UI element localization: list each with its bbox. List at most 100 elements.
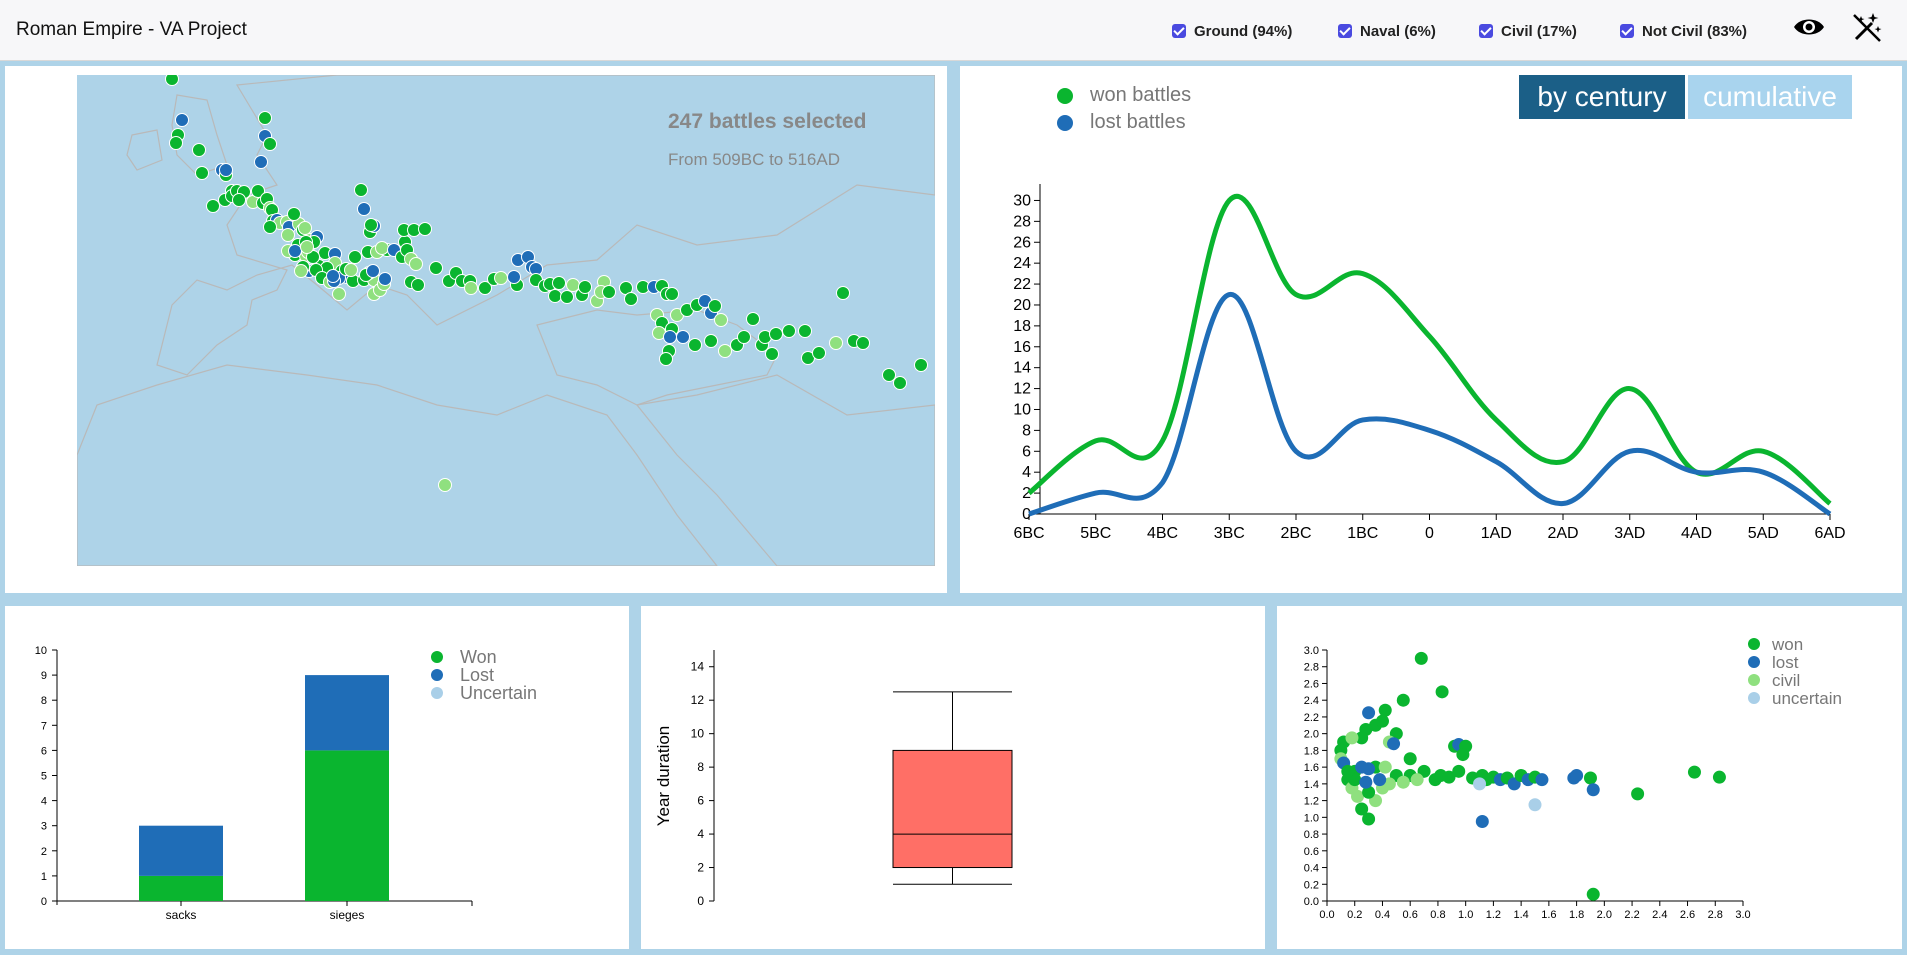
battle-marker-won[interactable] — [624, 292, 638, 306]
battle-marker-won[interactable] — [165, 75, 179, 86]
y-tick-label: 14 — [1013, 360, 1031, 377]
filter-naval-checkbox[interactable]: Naval (6%) — [1338, 21, 1436, 41]
battle-marker-won[interactable] — [688, 338, 702, 352]
scatter-point-civil — [1345, 731, 1359, 745]
battle-marker-civil[interactable] — [829, 336, 843, 350]
eye-icon[interactable] — [1793, 14, 1825, 40]
battle-marker-lost[interactable] — [326, 269, 340, 283]
battle-marker-won[interactable] — [659, 352, 673, 366]
battle-marker-won[interactable] — [560, 290, 574, 304]
battle-marker-civil[interactable] — [281, 228, 295, 242]
battle-marker-lost[interactable] — [288, 244, 302, 258]
battle-marker-lost[interactable] — [254, 155, 268, 169]
battles-selected-count: 247 battles selected — [668, 110, 867, 133]
battle-marker-won[interactable] — [411, 278, 425, 292]
scatter-point-lost — [1355, 760, 1369, 774]
y-tick-label: 2.4 — [1304, 695, 1319, 707]
battle-marker-won[interactable] — [552, 276, 566, 290]
scatter-point-won — [1687, 765, 1701, 779]
battle-marker-civil[interactable] — [718, 344, 732, 358]
x-tick-label: 1.2 — [1486, 909, 1501, 921]
scatter-point-lost — [1586, 783, 1600, 797]
battle-marker-won[interactable] — [258, 111, 272, 125]
y-tick-label: 8 — [697, 760, 704, 774]
scatter-point-civil — [1351, 789, 1365, 803]
battle-marker-civil[interactable] — [714, 313, 728, 327]
battle-marker-won[interactable] — [169, 136, 183, 150]
y-tick-label: 24 — [1013, 255, 1031, 272]
battle-marker-won[interactable] — [893, 376, 907, 390]
filter-not-civil-checkbox[interactable]: Not Civil (83%) — [1620, 21, 1747, 41]
checkbox-checked-icon[interactable] — [1620, 24, 1634, 38]
battle-marker-won[interactable] — [856, 336, 870, 350]
battle-marker-civil[interactable] — [494, 271, 508, 285]
battle-marker-won[interactable] — [704, 334, 718, 348]
y-tick-label: 30 — [1013, 192, 1031, 209]
battle-marker-won[interactable] — [348, 250, 362, 264]
battle-marker-lost[interactable] — [378, 272, 392, 286]
battle-marker-civil[interactable] — [409, 257, 423, 271]
battle-marker-won[interactable] — [812, 346, 826, 360]
battle-marker-won[interactable] — [746, 312, 760, 326]
battle-marker-won[interactable] — [765, 347, 779, 361]
y-tick-label: 5 — [41, 771, 47, 783]
checkbox-checked-icon[interactable] — [1338, 24, 1352, 38]
battle-marker-won[interactable] — [192, 143, 206, 157]
filter-ground-label: Ground (94%) — [1194, 22, 1293, 40]
y-tick-label: 4 — [697, 827, 704, 841]
map-panel: 247 battles selected From 509BC to 516AD — [5, 66, 947, 593]
checkbox-checked-icon[interactable] — [1172, 24, 1186, 38]
battle-marker-won[interactable] — [418, 222, 432, 236]
battle-marker-won[interactable] — [782, 324, 796, 338]
battle-marker-won[interactable] — [737, 330, 751, 344]
battle-marker-won[interactable] — [195, 166, 209, 180]
legend-marker-won — [1748, 638, 1760, 650]
battle-marker-won[interactable] — [665, 287, 679, 301]
battle-marker-won[interactable] — [548, 289, 562, 303]
battle-marker-lost[interactable] — [507, 270, 521, 284]
battle-marker-lost[interactable] — [676, 330, 690, 344]
battle-marker-civil[interactable] — [566, 278, 580, 292]
battle-marker-civil[interactable] — [298, 221, 312, 235]
y-tick-label: 1.2 — [1304, 796, 1319, 808]
scatter-point-lost — [1362, 706, 1376, 720]
battle-marker-won[interactable] — [206, 199, 220, 213]
battle-marker-lost[interactable] — [366, 264, 380, 278]
battle-marker-civil[interactable] — [438, 478, 452, 492]
battle-marker-won[interactable] — [354, 183, 368, 197]
battle-marker-won[interactable] — [263, 137, 277, 151]
battle-marker-lost[interactable] — [663, 330, 677, 344]
battle-marker-civil[interactable] — [375, 241, 389, 255]
battle-marker-lost[interactable] — [357, 202, 371, 216]
filter-ground-checkbox[interactable]: Ground (94%) — [1172, 21, 1292, 41]
top-bar: Roman Empire - VA Project Ground (94%) N… — [0, 0, 1907, 61]
checkbox-checked-icon[interactable] — [1479, 24, 1493, 38]
battle-marker-won[interactable] — [836, 286, 850, 300]
x-tick-label: 4AD — [1681, 525, 1712, 542]
battle-marker-won[interactable] — [602, 285, 616, 299]
battle-marker-won[interactable] — [769, 327, 783, 341]
iqr-box — [892, 749, 1013, 869]
battle-marker-civil[interactable] — [332, 287, 346, 301]
battle-marker-won[interactable] — [429, 261, 443, 275]
battle-marker-lost[interactable] — [219, 163, 233, 177]
battle-marker-won[interactable] — [364, 218, 378, 232]
battle-marker-civil[interactable] — [344, 263, 358, 277]
scatter-point-won — [1583, 771, 1597, 785]
battle-marker-won[interactable] — [287, 207, 301, 221]
battle-marker-won[interactable] — [708, 299, 722, 313]
battle-marker-won[interactable] — [914, 358, 928, 372]
battle-marker-civil[interactable] — [300, 240, 314, 254]
battle-marker-won[interactable] — [578, 280, 592, 294]
battle-marker-civil[interactable] — [294, 264, 308, 278]
battle-marker-won[interactable] — [263, 220, 277, 234]
magic-wand-off-icon[interactable] — [1852, 12, 1882, 42]
battle-marker-won[interactable] — [232, 193, 246, 207]
filter-civil-checkbox[interactable]: Civil (17%) — [1479, 21, 1577, 41]
battle-marker-lost[interactable] — [175, 113, 189, 127]
battle-marker-civil[interactable] — [464, 281, 478, 295]
battle-marker-won[interactable] — [882, 368, 896, 382]
battle-marker-won[interactable] — [798, 324, 812, 338]
x-tick-label: 1AD — [1481, 525, 1512, 542]
map-view[interactable] — [77, 75, 935, 566]
